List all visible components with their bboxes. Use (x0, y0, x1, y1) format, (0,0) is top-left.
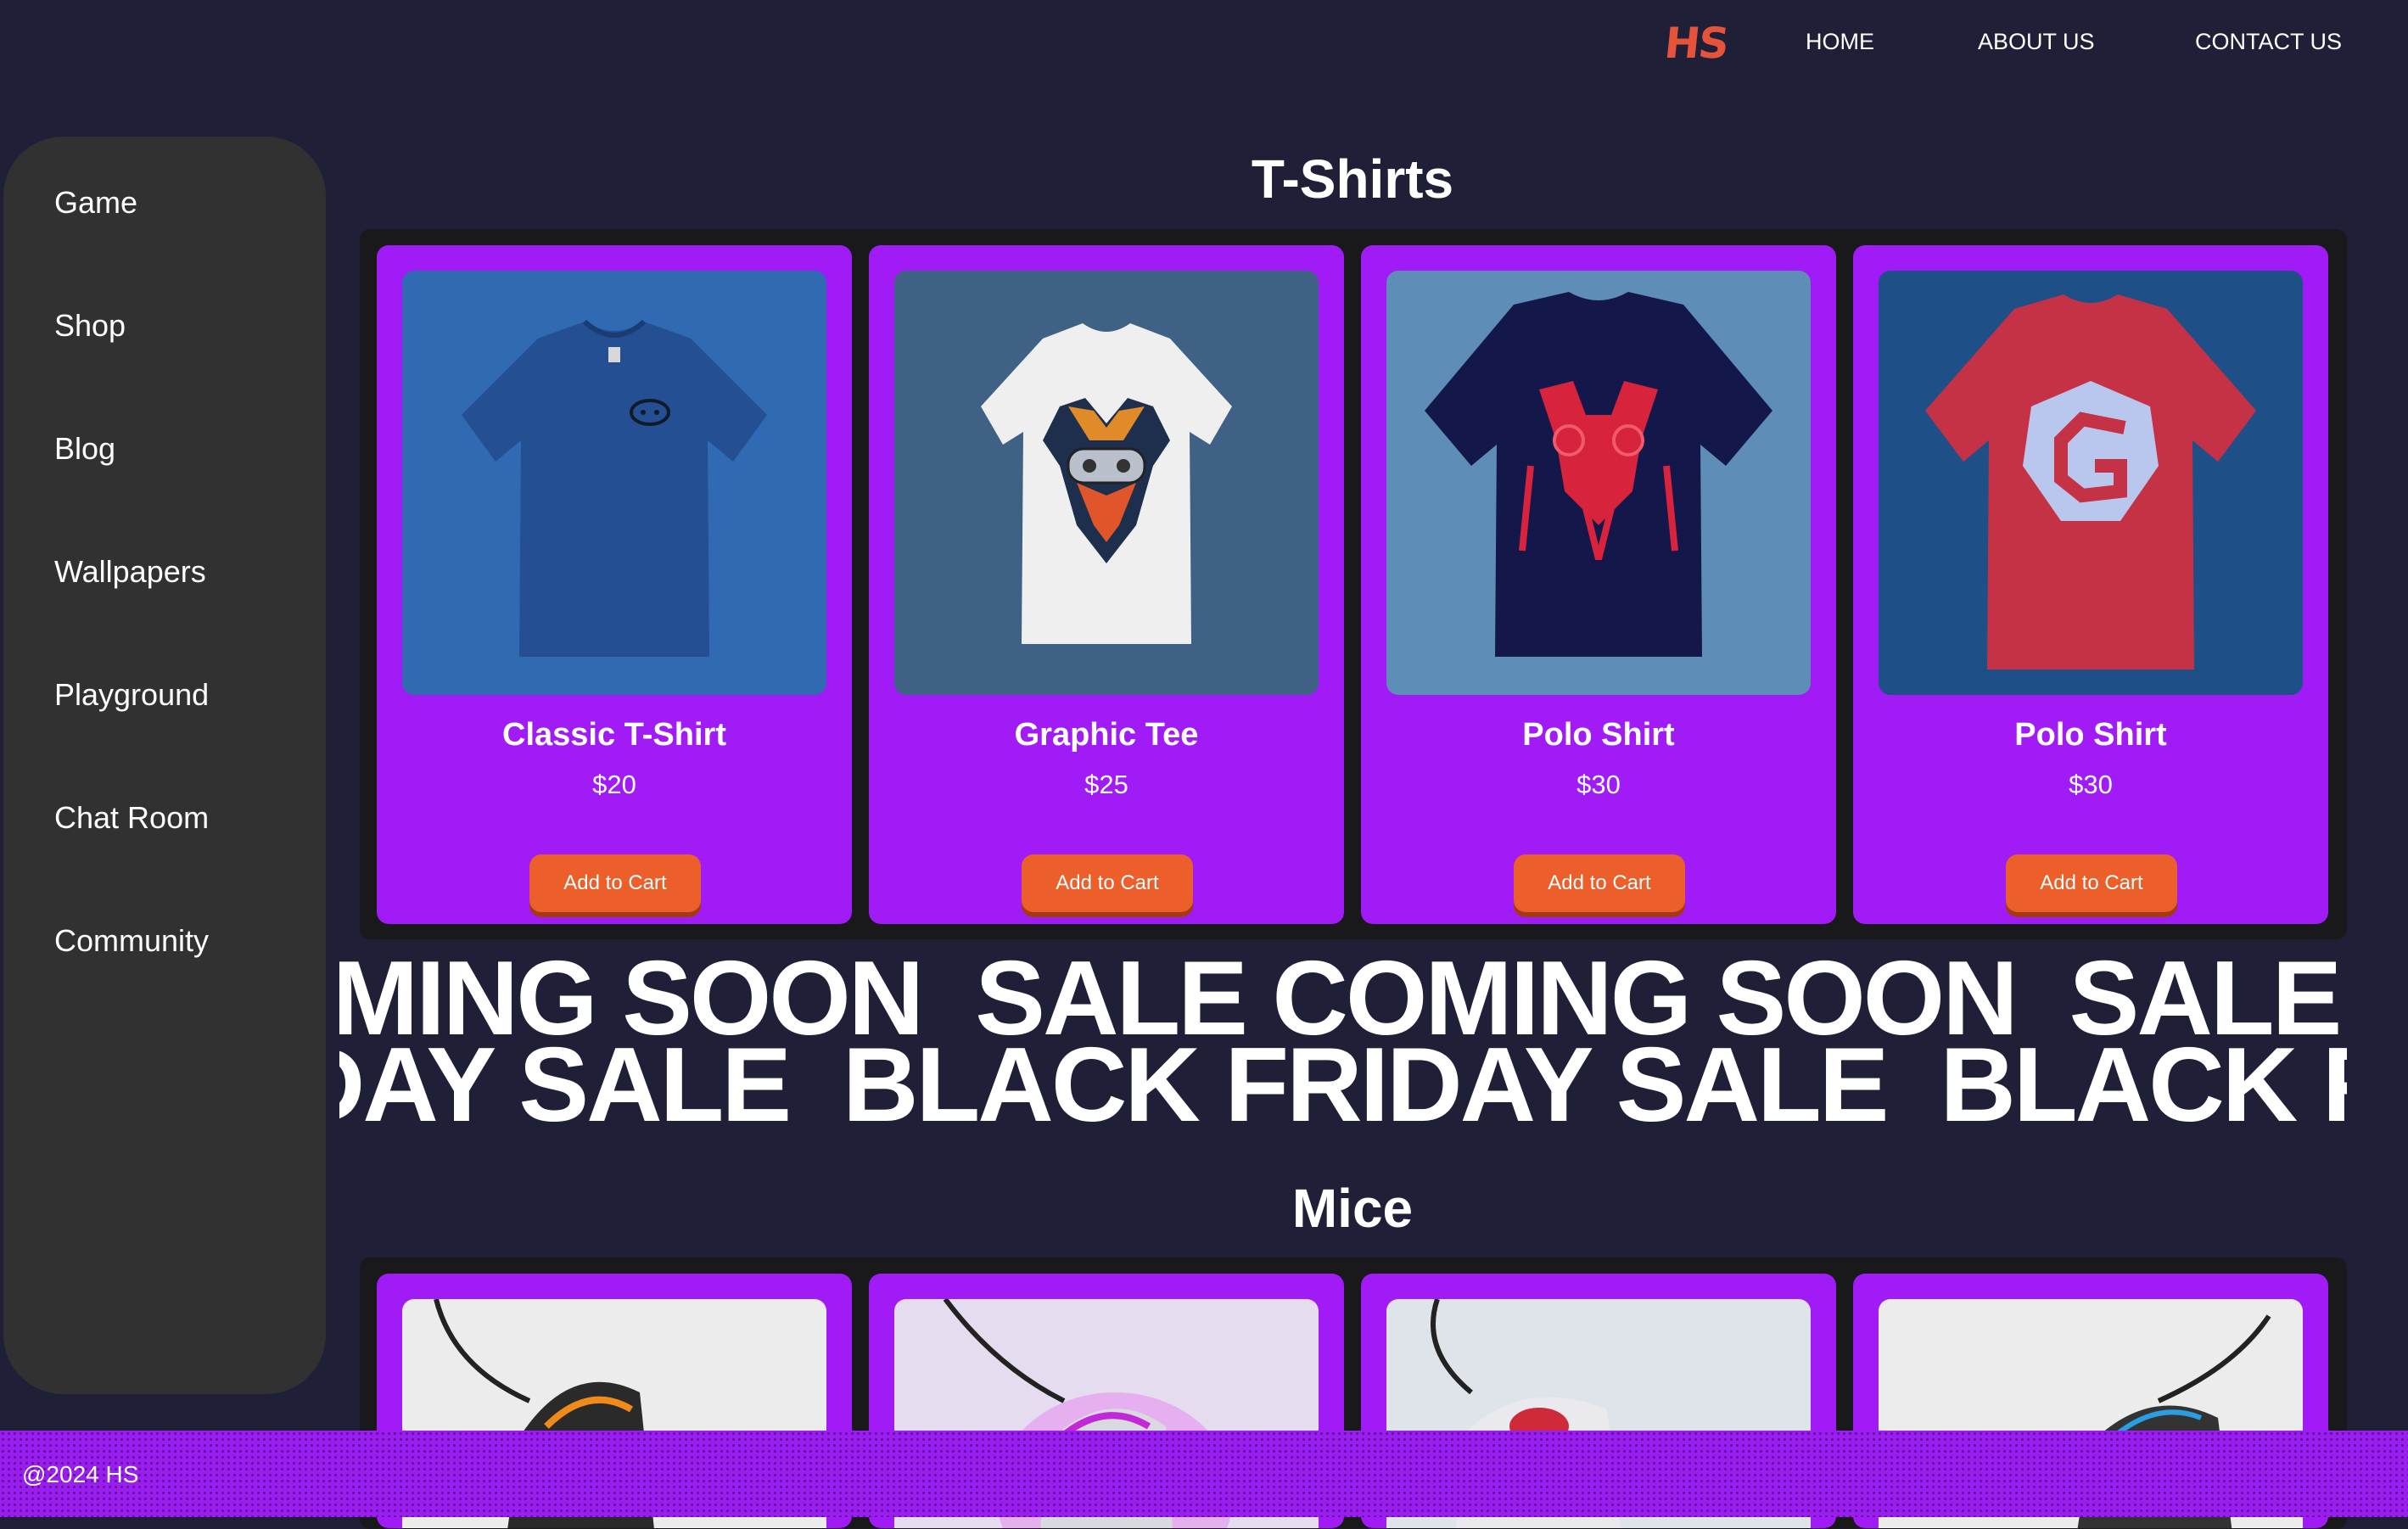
mice-section-title: Mice (1291, 1178, 1414, 1239)
sidebar-item-chat-room[interactable]: Chat Room (54, 800, 209, 836)
sidebar-item-community[interactable]: Community (54, 923, 209, 959)
product-name: Graphic Tee (1014, 717, 1199, 753)
sidebar-item-shop[interactable]: Shop (54, 308, 126, 344)
product-card: Polo Shirt $30 Add to Cart (1361, 245, 1836, 924)
nav-contact-link[interactable]: CONTACT US (2195, 29, 2342, 55)
add-to-cart-button[interactable]: Add to Cart (1514, 854, 1685, 912)
add-to-cart-button[interactable]: Add to Cart (529, 854, 701, 912)
product-image-red-tshirt[interactable] (1879, 271, 2303, 695)
nav-about-link[interactable]: ABOUT US (1978, 29, 2095, 55)
product-name: Polo Shirt (1522, 717, 1675, 753)
footer: @2024 HS (0, 1431, 2408, 1517)
sidebar-item-blog[interactable]: Blog (54, 431, 115, 467)
tshirts-section-title: T-Shirts (1251, 148, 1454, 210)
product-image-blue-tshirt[interactable] (402, 271, 826, 695)
product-name: Polo Shirt (2014, 717, 2167, 753)
tshirt-icon (462, 319, 767, 657)
tshirt-icon (1925, 294, 2256, 669)
sidebar-item-wallpapers[interactable]: Wallpapers (54, 554, 206, 590)
sale-marquee-banner: COMING SOON SALE COMING SOON SALE COMING… (339, 946, 2347, 1150)
product-price: $25 (1084, 770, 1128, 799)
product-image-graphic-tee[interactable] (894, 271, 1319, 695)
product-card: Classic T-Shirt $20 Add to Cart (377, 245, 852, 924)
footer-copyright: @2024 HS (22, 1461, 139, 1487)
nav-home-link[interactable]: HOME (1806, 29, 1874, 55)
tshirt-icon (1425, 292, 1772, 657)
sidebar-item-playground[interactable]: Playground (54, 677, 209, 713)
product-name: Classic T-Shirt (502, 717, 726, 753)
product-card: Polo Shirt $30 Add to Cart (1853, 245, 2328, 924)
marquee-line-black-friday: FRIDAY SALE BLACK FRIDAY SALE BLACK FRID… (339, 1027, 2347, 1144)
product-price: $30 (2069, 770, 2113, 799)
product-image-navy-tshirt[interactable] (1386, 271, 1811, 695)
product-price: $30 (1576, 770, 1621, 799)
tshirt-icon (981, 323, 1232, 644)
add-to-cart-button[interactable]: Add to Cart (1022, 854, 1193, 912)
add-to-cart-button[interactable]: Add to Cart (2006, 854, 2177, 912)
sidebar: Game Shop Blog Wallpapers Playground Cha… (3, 137, 326, 1394)
product-price: $20 (592, 770, 636, 799)
sidebar-item-game[interactable]: Game (54, 185, 137, 221)
product-card: Graphic Tee $25 Add to Cart (869, 245, 1344, 924)
site-logo[interactable]: HS (1662, 19, 1730, 68)
